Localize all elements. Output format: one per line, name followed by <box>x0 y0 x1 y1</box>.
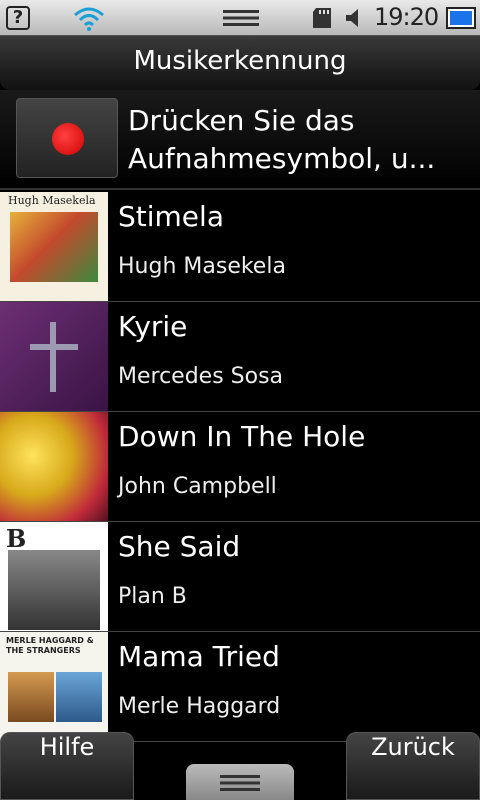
list-item[interactable]: Hugh Masekela Stimela Hugh Masekela <box>0 192 480 302</box>
album-art: Hugh Masekela <box>0 192 108 301</box>
sd-card-icon <box>313 8 331 28</box>
song-title: Stimela <box>118 200 224 233</box>
album-art: MERLE HAGGARD & THE STRANGERS <box>0 632 108 741</box>
song-title: Down In The Hole <box>118 420 366 453</box>
song-list: Hugh Masekela Stimela Hugh Masekela Kyri… <box>0 192 480 742</box>
song-artist: Merle Haggard <box>118 694 281 719</box>
help-button[interactable]: Hilfe <box>0 732 134 800</box>
drag-handle-icon <box>220 775 260 791</box>
status-time: 19:20 <box>374 3 439 31</box>
album-art-caption: MERLE HAGGARD & THE STRANGERS <box>6 636 94 655</box>
song-title: Kyrie <box>118 310 188 343</box>
volume-icon <box>346 9 358 27</box>
drag-handle-icon[interactable] <box>222 8 260 28</box>
song-title: Mama Tried <box>118 640 280 673</box>
song-artist: Mercedes Sosa <box>118 364 284 389</box>
album-art <box>0 412 108 521</box>
song-title: She Said <box>118 530 241 563</box>
title-bar: Musikerkennung <box>0 36 480 90</box>
page-title: Musikerkennung <box>133 46 347 76</box>
record-instruction: Drücken Sie das Aufnahmesymbol, u... <box>128 104 436 175</box>
record-panel: Drücken Sie das Aufnahmesymbol, u... <box>0 90 480 190</box>
list-item[interactable]: Kyrie Mercedes Sosa <box>0 302 480 412</box>
bottom-drag-handle[interactable] <box>186 764 294 800</box>
list-item[interactable]: B She Said Plan B <box>0 522 480 632</box>
album-art: B <box>0 522 108 631</box>
album-art-caption: B <box>6 524 27 553</box>
song-artist: Hugh Masekela <box>118 254 286 279</box>
record-icon <box>52 123 84 155</box>
help-icon[interactable]: ? <box>6 6 30 30</box>
album-art <box>0 302 108 411</box>
list-item[interactable]: MERLE HAGGARD & THE STRANGERS Mama Tried… <box>0 632 480 742</box>
list-item[interactable]: Down In The Hole John Campbell <box>0 412 480 522</box>
song-artist: John Campbell <box>118 474 277 499</box>
battery-icon <box>446 7 476 29</box>
album-art-caption: Hugh Masekela <box>8 194 96 207</box>
wifi-icon <box>74 7 104 31</box>
song-artist: Plan B <box>118 584 187 609</box>
back-button[interactable]: Zurück <box>346 732 480 800</box>
status-bar: ? 19:20 <box>0 0 480 36</box>
record-button[interactable] <box>16 98 118 178</box>
